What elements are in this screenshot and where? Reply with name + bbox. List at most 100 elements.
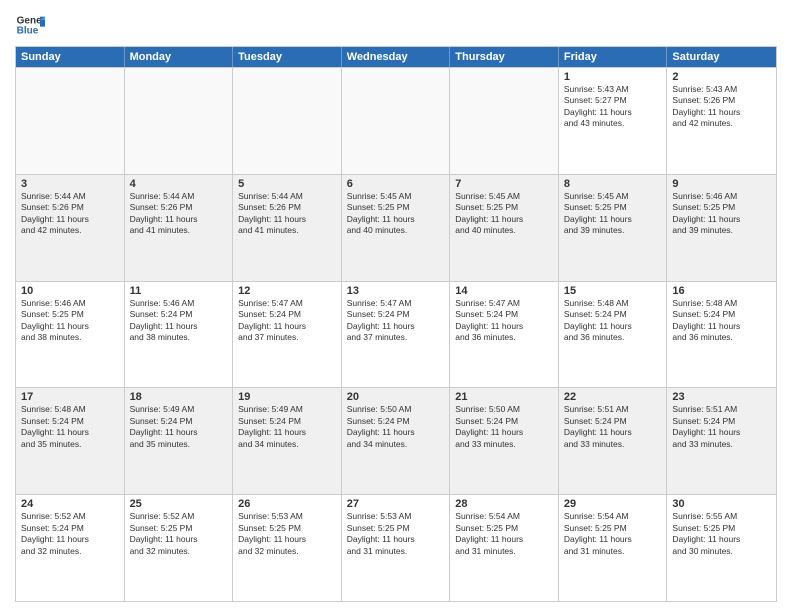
day-number: 29	[564, 498, 662, 510]
day-info: Sunrise: 5:53 AMSunset: 5:25 PMDaylight:…	[238, 511, 336, 557]
day-number: 23	[672, 391, 771, 403]
day-info: Sunrise: 5:44 AMSunset: 5:26 PMDaylight:…	[238, 191, 336, 237]
cal-cell-empty-0	[16, 68, 125, 174]
day-number: 16	[672, 285, 771, 297]
cal-cell-empty-2	[233, 68, 342, 174]
cal-cell-17: 17Sunrise: 5:48 AMSunset: 5:24 PMDayligh…	[16, 388, 125, 494]
day-number: 3	[21, 178, 119, 190]
cal-cell-24: 24Sunrise: 5:52 AMSunset: 5:24 PMDayligh…	[16, 495, 125, 601]
cal-cell-15: 15Sunrise: 5:48 AMSunset: 5:24 PMDayligh…	[559, 282, 668, 388]
day-info: Sunrise: 5:48 AMSunset: 5:24 PMDaylight:…	[672, 298, 771, 344]
day-info: Sunrise: 5:51 AMSunset: 5:24 PMDaylight:…	[564, 404, 662, 450]
day-info: Sunrise: 5:44 AMSunset: 5:26 PMDaylight:…	[130, 191, 228, 237]
header-day-wednesday: Wednesday	[342, 47, 451, 67]
day-number: 13	[347, 285, 445, 297]
day-number: 10	[21, 285, 119, 297]
cal-cell-empty-4	[450, 68, 559, 174]
day-info: Sunrise: 5:50 AMSunset: 5:24 PMDaylight:…	[455, 404, 553, 450]
calendar-row-1: 3Sunrise: 5:44 AMSunset: 5:26 PMDaylight…	[16, 174, 776, 281]
cal-cell-6: 6Sunrise: 5:45 AMSunset: 5:25 PMDaylight…	[342, 175, 451, 281]
day-number: 11	[130, 285, 228, 297]
day-info: Sunrise: 5:46 AMSunset: 5:25 PMDaylight:…	[672, 191, 771, 237]
day-info: Sunrise: 5:43 AMSunset: 5:26 PMDaylight:…	[672, 84, 771, 130]
cal-cell-19: 19Sunrise: 5:49 AMSunset: 5:24 PMDayligh…	[233, 388, 342, 494]
day-info: Sunrise: 5:47 AMSunset: 5:24 PMDaylight:…	[238, 298, 336, 344]
day-number: 14	[455, 285, 553, 297]
day-number: 28	[455, 498, 553, 510]
day-number: 21	[455, 391, 553, 403]
header-day-friday: Friday	[559, 47, 668, 67]
day-info: Sunrise: 5:45 AMSunset: 5:25 PMDaylight:…	[564, 191, 662, 237]
header-day-saturday: Saturday	[667, 47, 776, 67]
day-info: Sunrise: 5:54 AMSunset: 5:25 PMDaylight:…	[455, 511, 553, 557]
cal-cell-7: 7Sunrise: 5:45 AMSunset: 5:25 PMDaylight…	[450, 175, 559, 281]
day-number: 22	[564, 391, 662, 403]
cal-cell-1: 1Sunrise: 5:43 AMSunset: 5:27 PMDaylight…	[559, 68, 668, 174]
day-info: Sunrise: 5:43 AMSunset: 5:27 PMDaylight:…	[564, 84, 662, 130]
cal-cell-27: 27Sunrise: 5:53 AMSunset: 5:25 PMDayligh…	[342, 495, 451, 601]
cal-cell-21: 21Sunrise: 5:50 AMSunset: 5:24 PMDayligh…	[450, 388, 559, 494]
day-number: 6	[347, 178, 445, 190]
cal-cell-empty-3	[342, 68, 451, 174]
calendar-row-0: 1Sunrise: 5:43 AMSunset: 5:27 PMDaylight…	[16, 67, 776, 174]
day-number: 2	[672, 71, 771, 83]
cal-cell-5: 5Sunrise: 5:44 AMSunset: 5:26 PMDaylight…	[233, 175, 342, 281]
header-day-monday: Monday	[125, 47, 234, 67]
day-number: 19	[238, 391, 336, 403]
day-number: 27	[347, 498, 445, 510]
cal-cell-9: 9Sunrise: 5:46 AMSunset: 5:25 PMDaylight…	[667, 175, 776, 281]
cal-cell-25: 25Sunrise: 5:52 AMSunset: 5:25 PMDayligh…	[125, 495, 234, 601]
day-info: Sunrise: 5:48 AMSunset: 5:24 PMDaylight:…	[564, 298, 662, 344]
day-number: 15	[564, 285, 662, 297]
day-number: 12	[238, 285, 336, 297]
day-info: Sunrise: 5:48 AMSunset: 5:24 PMDaylight:…	[21, 404, 119, 450]
cal-cell-18: 18Sunrise: 5:49 AMSunset: 5:24 PMDayligh…	[125, 388, 234, 494]
day-info: Sunrise: 5:46 AMSunset: 5:24 PMDaylight:…	[130, 298, 228, 344]
day-info: Sunrise: 5:54 AMSunset: 5:25 PMDaylight:…	[564, 511, 662, 557]
cal-cell-20: 20Sunrise: 5:50 AMSunset: 5:24 PMDayligh…	[342, 388, 451, 494]
day-info: Sunrise: 5:45 AMSunset: 5:25 PMDaylight:…	[347, 191, 445, 237]
cal-cell-10: 10Sunrise: 5:46 AMSunset: 5:25 PMDayligh…	[16, 282, 125, 388]
cal-cell-empty-1	[125, 68, 234, 174]
cal-cell-16: 16Sunrise: 5:48 AMSunset: 5:24 PMDayligh…	[667, 282, 776, 388]
page: General Blue SundayMondayTuesdayWednesda…	[0, 0, 792, 612]
day-info: Sunrise: 5:46 AMSunset: 5:25 PMDaylight:…	[21, 298, 119, 344]
header-day-sunday: Sunday	[16, 47, 125, 67]
logo: General Blue	[15, 10, 45, 40]
day-number: 18	[130, 391, 228, 403]
day-number: 17	[21, 391, 119, 403]
header: General Blue	[15, 10, 777, 40]
cal-cell-12: 12Sunrise: 5:47 AMSunset: 5:24 PMDayligh…	[233, 282, 342, 388]
day-info: Sunrise: 5:52 AMSunset: 5:25 PMDaylight:…	[130, 511, 228, 557]
day-info: Sunrise: 5:55 AMSunset: 5:25 PMDaylight:…	[672, 511, 771, 557]
logo-icon: General Blue	[15, 10, 45, 40]
header-day-thursday: Thursday	[450, 47, 559, 67]
day-info: Sunrise: 5:51 AMSunset: 5:24 PMDaylight:…	[672, 404, 771, 450]
day-number: 4	[130, 178, 228, 190]
cal-cell-23: 23Sunrise: 5:51 AMSunset: 5:24 PMDayligh…	[667, 388, 776, 494]
calendar-row-2: 10Sunrise: 5:46 AMSunset: 5:25 PMDayligh…	[16, 281, 776, 388]
day-info: Sunrise: 5:50 AMSunset: 5:24 PMDaylight:…	[347, 404, 445, 450]
day-info: Sunrise: 5:49 AMSunset: 5:24 PMDaylight:…	[130, 404, 228, 450]
cal-cell-30: 30Sunrise: 5:55 AMSunset: 5:25 PMDayligh…	[667, 495, 776, 601]
day-number: 24	[21, 498, 119, 510]
day-number: 7	[455, 178, 553, 190]
calendar-row-3: 17Sunrise: 5:48 AMSunset: 5:24 PMDayligh…	[16, 387, 776, 494]
calendar-header: SundayMondayTuesdayWednesdayThursdayFrid…	[16, 47, 776, 67]
cal-cell-8: 8Sunrise: 5:45 AMSunset: 5:25 PMDaylight…	[559, 175, 668, 281]
calendar: SundayMondayTuesdayWednesdayThursdayFrid…	[15, 46, 777, 602]
day-number: 9	[672, 178, 771, 190]
calendar-row-4: 24Sunrise: 5:52 AMSunset: 5:24 PMDayligh…	[16, 494, 776, 601]
cal-cell-26: 26Sunrise: 5:53 AMSunset: 5:25 PMDayligh…	[233, 495, 342, 601]
cal-cell-4: 4Sunrise: 5:44 AMSunset: 5:26 PMDaylight…	[125, 175, 234, 281]
day-info: Sunrise: 5:44 AMSunset: 5:26 PMDaylight:…	[21, 191, 119, 237]
day-number: 30	[672, 498, 771, 510]
cal-cell-28: 28Sunrise: 5:54 AMSunset: 5:25 PMDayligh…	[450, 495, 559, 601]
day-info: Sunrise: 5:47 AMSunset: 5:24 PMDaylight:…	[455, 298, 553, 344]
svg-text:Blue: Blue	[17, 25, 39, 36]
calendar-body: 1Sunrise: 5:43 AMSunset: 5:27 PMDaylight…	[16, 67, 776, 601]
cal-cell-3: 3Sunrise: 5:44 AMSunset: 5:26 PMDaylight…	[16, 175, 125, 281]
cal-cell-29: 29Sunrise: 5:54 AMSunset: 5:25 PMDayligh…	[559, 495, 668, 601]
day-info: Sunrise: 5:47 AMSunset: 5:24 PMDaylight:…	[347, 298, 445, 344]
day-info: Sunrise: 5:53 AMSunset: 5:25 PMDaylight:…	[347, 511, 445, 557]
